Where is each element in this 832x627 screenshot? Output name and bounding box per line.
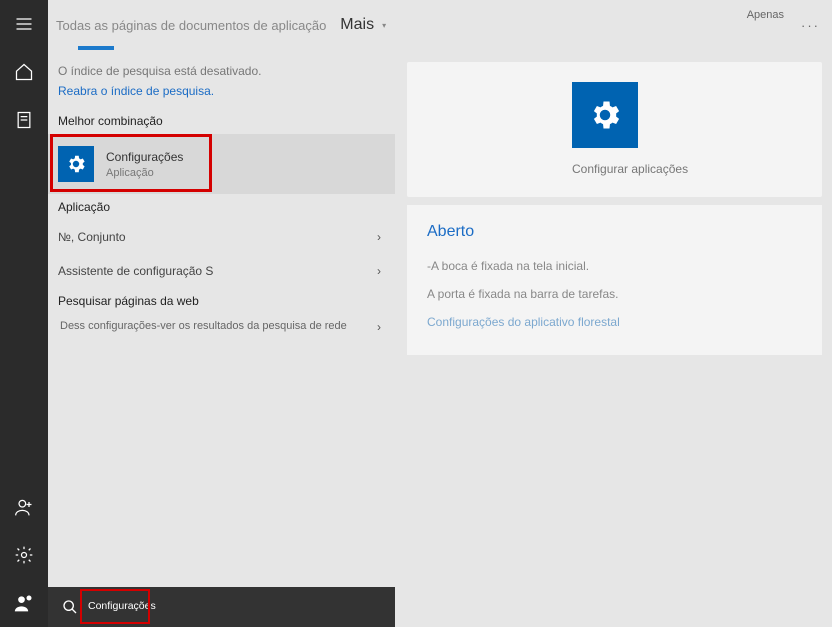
tab-more[interactable]: Mais ▾ [340, 16, 386, 34]
filter-apenas[interactable]: Ape­nas [747, 10, 784, 22]
search-icon [62, 599, 78, 615]
search-bar[interactable]: Configu­rações [48, 587, 395, 627]
best-match-subtitle: Aplicação [106, 167, 183, 179]
section-application: Aplicação [48, 194, 395, 220]
tab-bar: Todas as páginas de documentos de aplica… [48, 0, 832, 50]
open-action[interactable]: Aberto [427, 223, 802, 241]
main-area: Todas as páginas de documentos de aplica… [48, 0, 832, 627]
preview-column: Configu­rar apli­cações Aberto -A boca é… [395, 50, 832, 627]
section-best-match: Melhor combinação [48, 108, 395, 134]
action-app-settings[interactable]: Configurações do aplicativo florestal [427, 315, 802, 329]
results-column: O índice de pesquisa está desativado. Re… [48, 50, 395, 627]
search-text: Configu­rações [88, 601, 156, 612]
preview-app-icon [572, 82, 638, 148]
index-warning: O índice de pesquisa está desativado. Re… [48, 50, 395, 108]
hamburger-icon[interactable] [0, 0, 48, 48]
home-icon[interactable] [0, 48, 48, 96]
preview-app-name: Configu­rar apli­cações [572, 162, 688, 177]
section-web: Pesquisar páginas da web [48, 288, 395, 314]
chevron-right-icon: › [377, 320, 381, 334]
active-tab-indicator [78, 46, 114, 50]
web-result-1-label: Dess configurações-ver os resultados da … [60, 320, 347, 334]
preview-card: Configu­rar apli­cações [407, 62, 822, 197]
actions-card: Aberto -A boca é fixada na tela inicial.… [407, 205, 822, 355]
more-options-icon[interactable]: ··· [801, 18, 820, 33]
more-label: Mais [340, 16, 374, 34]
app-result-1-label: №, Conjunto [58, 230, 126, 244]
settings-tile-icon [58, 146, 94, 182]
chevron-right-icon: › [377, 230, 381, 244]
web-result-1[interactable]: Dess configurações-ver os resultados da … [48, 314, 395, 338]
chevron-right-icon: › [377, 264, 381, 278]
action-pin-taskbar[interactable]: A porta é fixada na barra de tarefas. [427, 287, 802, 301]
reopen-index-link[interactable]: Reabra o índice de pesquisa. [58, 84, 385, 98]
best-match-title: Configurações [106, 150, 183, 164]
app-result-1[interactable]: №, Conjunto › [48, 220, 395, 254]
add-user-icon[interactable] [0, 483, 48, 531]
document-icon[interactable] [0, 96, 48, 144]
action-pin-start[interactable]: -A boca é fixada na tela inicial. [427, 259, 802, 273]
best-match-item[interactable]: Configurações Aplicação [48, 134, 395, 194]
chevron-down-icon: ▾ [382, 21, 386, 30]
people-icon[interactable] [0, 579, 48, 627]
app-result-2-label: Assistente de configuração S [58, 264, 213, 278]
app-result-2[interactable]: Assistente de configuração S › [48, 254, 395, 288]
tab-all[interactable]: Todas as páginas de documentos de aplica… [56, 18, 326, 33]
gear-icon[interactable] [0, 531, 48, 579]
index-disabled-text: O índice de pesquisa está desativado. [58, 64, 385, 78]
left-rail [0, 0, 48, 627]
